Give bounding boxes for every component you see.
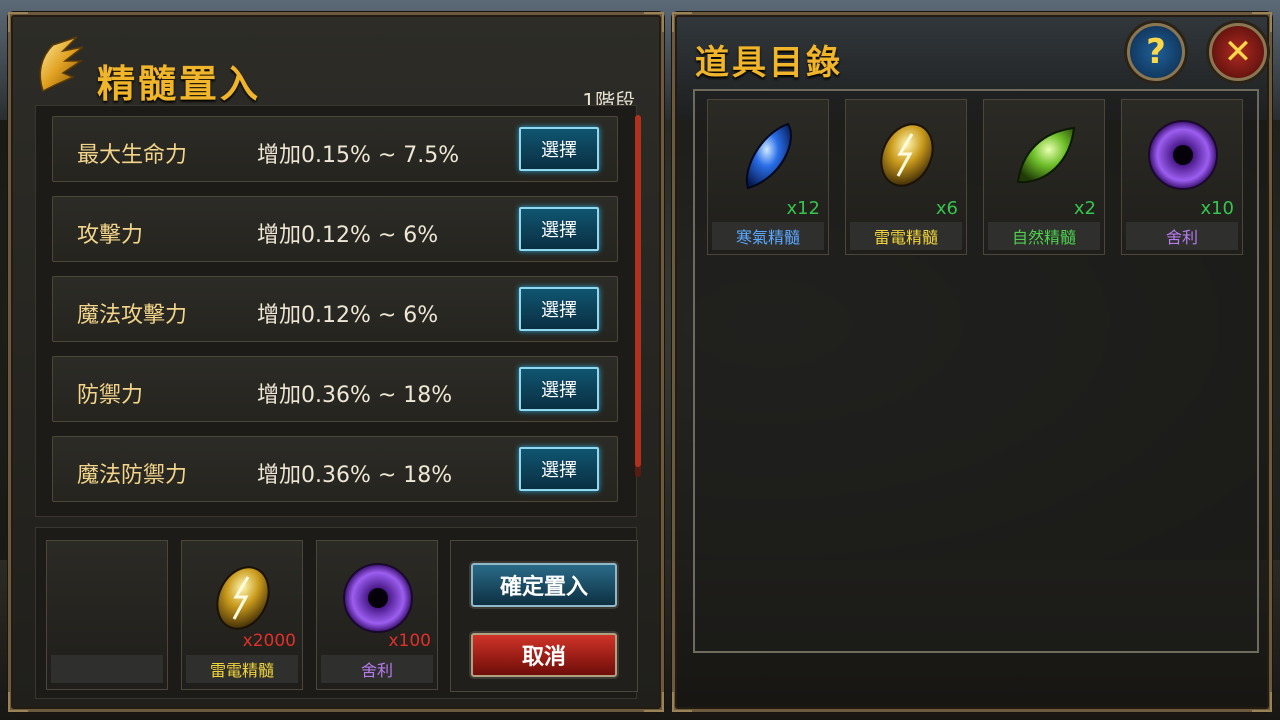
stat-description: 增加0.12% ~ 6% <box>257 303 439 328</box>
select-button[interactable]: 選擇 <box>519 447 599 491</box>
stat-name: 最大生命力 <box>77 143 188 168</box>
question-mark-icon: ? <box>1146 32 1166 72</box>
select-button[interactable]: 選擇 <box>519 287 599 331</box>
item-inventory-panel: 道具目錄 ? ✕ x12 寒氣精髓 x6 雷電精髓 x2 自然精髓 x10 舍利 <box>672 12 1272 712</box>
confirm-insert-button[interactable]: 確定置入 <box>471 563 617 607</box>
stat-row: 魔法攻擊力 增加0.12% ~ 6% 選擇 <box>52 276 618 342</box>
slot-quantity: x2000 <box>242 631 296 651</box>
stat-description: 增加0.36% ~ 18% <box>257 383 453 408</box>
stat-name: 魔法攻擊力 <box>77 303 188 328</box>
frame-corner <box>8 692 28 712</box>
item-quantity: x10 <box>1200 198 1234 219</box>
ice-essence-icon <box>745 122 792 190</box>
select-button[interactable]: 選擇 <box>519 367 599 411</box>
stat-description: 增加0.15% ~ 7.5% <box>257 143 460 168</box>
help-button[interactable]: ? <box>1127 23 1185 81</box>
close-button[interactable]: ✕ <box>1209 23 1267 81</box>
stat-row: 魔法防禦力 增加0.36% ~ 18% 選擇 <box>52 436 618 502</box>
slot-label: 舍利 <box>321 655 433 683</box>
empty-material-slot[interactable] <box>46 540 168 690</box>
item-label: 自然精髓 <box>988 222 1100 250</box>
slot-label: 雷電精髓 <box>186 655 298 683</box>
panel-title: 精髓置入 <box>97 62 262 106</box>
slot-label <box>51 655 163 683</box>
material-slot-lightning[interactable]: x2000 雷電精髓 <box>181 540 303 690</box>
stat-name: 魔法防禦力 <box>77 463 188 488</box>
action-button-group: 確定置入 取消 <box>450 540 638 692</box>
cancel-button[interactable]: 取消 <box>471 633 617 677</box>
inventory-item-ice-essence[interactable]: x12 寒氣精髓 <box>707 99 829 255</box>
item-quantity: x12 <box>786 198 820 219</box>
stat-description: 增加0.12% ~ 6% <box>257 223 439 248</box>
material-slot-sarira[interactable]: x100 舍利 <box>316 540 438 690</box>
wing-emblem-icon <box>39 36 84 93</box>
frame-corner <box>644 692 664 712</box>
frame-corner <box>672 692 692 712</box>
inventory-grid: x12 寒氣精髓 x6 雷電精髓 x2 自然精髓 x10 舍利 <box>693 89 1259 653</box>
inventory-item-nature-essence[interactable]: x2 自然精髓 <box>983 99 1105 255</box>
stat-row: 防禦力 增加0.36% ~ 18% 選擇 <box>52 356 618 422</box>
frame-corner <box>8 12 28 32</box>
item-label: 雷電精髓 <box>850 222 962 250</box>
stat-description: 增加0.36% ~ 18% <box>257 463 453 488</box>
frame-corner <box>1252 692 1272 712</box>
scrollbar-thumb[interactable] <box>635 115 641 467</box>
item-quantity: x6 <box>935 198 958 219</box>
item-label: 舍利 <box>1126 222 1238 250</box>
item-quantity: x2 <box>1073 198 1096 219</box>
lightning-essence-icon <box>880 123 934 187</box>
frame-corner <box>644 12 664 32</box>
sarira-icon <box>343 563 413 633</box>
stat-option-list: 最大生命力 增加0.15% ~ 7.5% 選擇 攻擊力 增加0.12% ~ 6%… <box>35 105 637 517</box>
inventory-item-sarira[interactable]: x10 舍利 <box>1121 99 1243 255</box>
stat-row: 最大生命力 增加0.15% ~ 7.5% 選擇 <box>52 116 618 182</box>
slot-quantity: x100 <box>388 631 431 651</box>
select-button[interactable]: 選擇 <box>519 207 599 251</box>
material-slot-area: x2000 雷電精髓 x100 舍利 確定置入 取消 <box>35 527 638 699</box>
essence-insert-panel: 精髓置入 1階段 最大生命力 增加0.15% ~ 7.5% 選擇 攻擊力 增加0… <box>8 12 664 712</box>
stat-list-scrollbar[interactable] <box>635 115 641 477</box>
inventory-item-lightning-essence[interactable]: x6 雷電精髓 <box>845 99 967 255</box>
panel-title: 道具目錄 <box>695 43 843 83</box>
sarira-icon <box>1148 120 1218 190</box>
stat-row: 攻擊力 增加0.12% ~ 6% 選擇 <box>52 196 618 262</box>
frame-corner <box>672 12 692 32</box>
stat-name: 攻擊力 <box>77 223 144 248</box>
select-button[interactable]: 選擇 <box>519 127 599 171</box>
lightning-essence-icon <box>216 566 270 630</box>
close-icon: ✕ <box>1223 32 1253 72</box>
stat-name: 防禦力 <box>77 383 144 408</box>
item-label: 寒氣精髓 <box>712 222 824 250</box>
nature-essence-icon <box>1016 126 1076 184</box>
